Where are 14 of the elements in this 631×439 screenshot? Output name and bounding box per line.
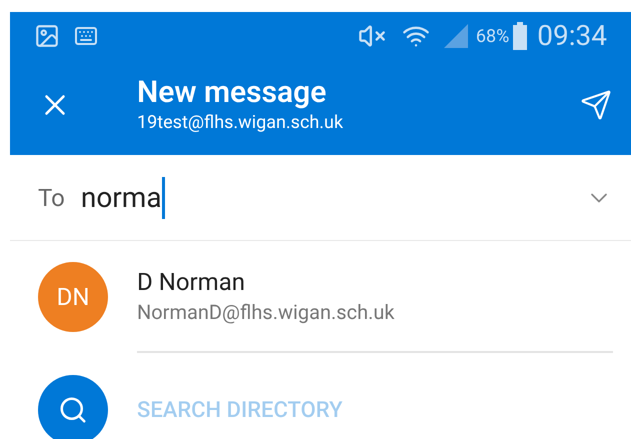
contact-name[interactable]: D Norman [137,266,613,298]
image-icon [34,23,60,49]
battery-icon [513,22,528,50]
sender-account: 19test@flhs.wigan.sch.uk [137,110,344,134]
compose-title: New message [137,74,328,110]
recipient-input[interactable]: norma [80,176,165,218]
send-icon [580,88,612,120]
battery-percentage: 68% [476,24,510,48]
to-label: To [38,182,65,214]
clock: 09:34 [537,18,607,54]
contact-email: NormanD@flhs.wigan.sch.uk [137,299,396,326]
contact-avatar: DN [38,262,108,332]
signal-icon [442,22,470,50]
keyboard-icon [74,24,98,48]
